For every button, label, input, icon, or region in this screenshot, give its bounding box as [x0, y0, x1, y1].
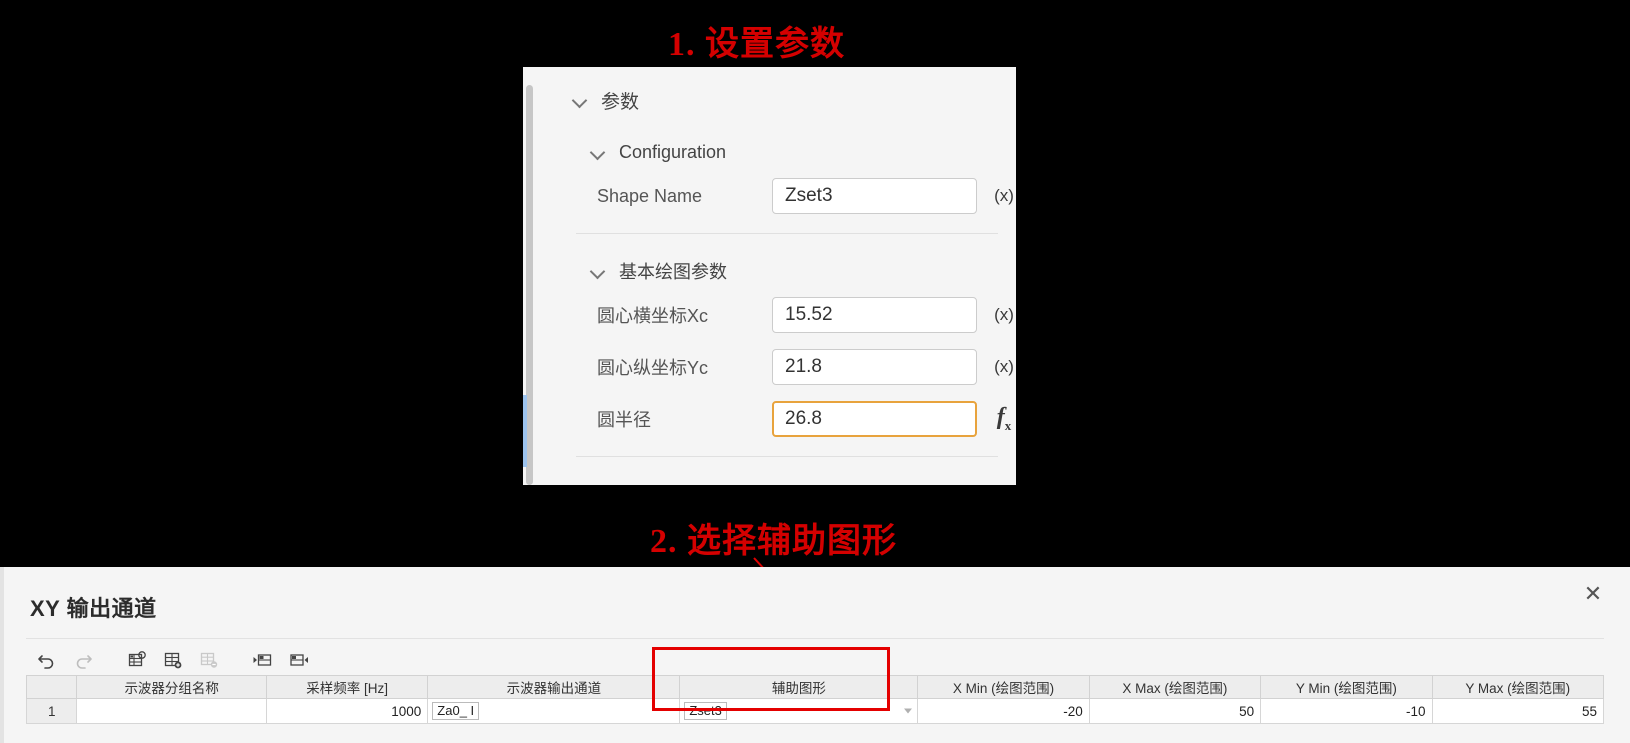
group-header-label: Configuration	[619, 141, 727, 162]
column-header-output-channel[interactable]: 示波器输出通道	[427, 675, 681, 699]
auxiliary-shape-token[interactable]: Zset3	[684, 702, 727, 720]
column-header-auxiliary-shape[interactable]: 辅助图形	[679, 675, 919, 699]
expression-toggle-x[interactable]: (x)	[977, 186, 1016, 206]
table-remove-icon[interactable]	[196, 648, 222, 672]
xy-output-channel-table: 示波器分组名称 采样频率 [Hz] 示波器输出通道 辅助图形 X Min (绘图…	[25, 675, 1605, 724]
function-editor-icon[interactable]: fx	[977, 404, 1016, 434]
column-header-y-max[interactable]: Y Max (绘图范围)	[1431, 675, 1605, 699]
parameters-body: 参数 Configuration Shape Name Zset3 (x) 基本…	[536, 67, 1016, 485]
column-header-rownum[interactable]	[25, 675, 78, 699]
chevron-down-icon	[571, 91, 589, 109]
group-header-configuration[interactable]: Configuration	[589, 137, 1016, 167]
cell-x-min[interactable]: -20	[917, 698, 1090, 724]
table-toolbar	[34, 647, 312, 673]
column-header-sample-frequency[interactable]: 采样频率 [Hz]	[265, 675, 429, 699]
cell-sample-frequency[interactable]: 1000	[265, 698, 429, 724]
table-row[interactable]: 1 1000 Za0_ I Zset3 -20 50 -10 55	[25, 698, 1605, 724]
redo-icon[interactable]	[70, 648, 96, 672]
append-row-icon[interactable]	[286, 648, 312, 672]
cell-y-min[interactable]: -10	[1260, 698, 1433, 724]
cell-output-channel[interactable]: Za0_ I	[427, 698, 681, 724]
close-icon[interactable]: ✕	[1578, 579, 1608, 609]
section-divider	[576, 233, 998, 234]
cell-x-max[interactable]: 50	[1088, 698, 1262, 724]
cell-auxiliary-shape-dropdown[interactable]: Zset3	[679, 698, 919, 724]
column-header-group-name[interactable]: 示波器分组名称	[76, 675, 267, 699]
cell-group-name[interactable]	[76, 698, 267, 724]
table-header-row: 示波器分组名称 采样频率 [Hz] 示波器输出通道 辅助图形 X Min (绘图…	[25, 675, 1605, 699]
dialog-title: XY 输出通道	[30, 596, 157, 621]
table-add-icon[interactable]	[160, 648, 186, 672]
shape-name-input[interactable]: Zset3	[772, 178, 977, 214]
column-header-x-min[interactable]: X Min (绘图范围)	[917, 675, 1090, 699]
column-header-y-min[interactable]: Y Min (绘图范围)	[1260, 675, 1433, 699]
insert-row-icon[interactable]	[250, 648, 276, 672]
parameters-selection-accent	[523, 395, 527, 467]
param-row-shape-name: Shape Name Zset3 (x)	[597, 173, 1016, 219]
param-row-center-x: 圆心横坐标Xc 15.52 (x)	[597, 292, 1016, 338]
dialog-left-edge	[0, 567, 4, 743]
center-x-input[interactable]: 15.52	[772, 297, 977, 333]
dialog-divider	[26, 638, 1604, 639]
group-header-basic-plot-params[interactable]: 基本绘图参数	[589, 256, 1016, 286]
expression-toggle-x[interactable]: (x)	[977, 357, 1016, 377]
annotation-step-2: 2. 选择辅助图形	[650, 523, 897, 560]
column-header-x-max[interactable]: X Max (绘图范围)	[1088, 675, 1262, 699]
param-label: Shape Name	[597, 185, 703, 206]
output-channel-token[interactable]: Za0_ I	[432, 702, 480, 720]
annotation-step-1: 1. 设置参数	[668, 26, 845, 63]
center-y-input[interactable]: 21.8	[772, 349, 977, 385]
table-body: 1 1000 Za0_ I Zset3 -20 50 -10 55	[25, 698, 1605, 724]
param-label: 圆半径	[597, 410, 651, 430]
chevron-down-icon	[589, 262, 607, 280]
group-header-label: 基本绘图参数	[619, 262, 727, 282]
parameters-scrollbar-thumb[interactable]	[526, 85, 533, 485]
chevron-down-icon[interactable]	[904, 708, 913, 714]
row-number-cell: 1	[25, 698, 78, 724]
table-head: 示波器分组名称 采样频率 [Hz] 示波器输出通道 辅助图形 X Min (绘图…	[25, 675, 1605, 699]
expression-toggle-x[interactable]: (x)	[977, 305, 1016, 325]
param-row-center-y: 圆心纵坐标Yc 21.8 (x)	[597, 344, 1016, 390]
group-header-label: 参数	[601, 91, 640, 113]
table-settings-icon[interactable]	[124, 648, 150, 672]
section-divider	[576, 456, 998, 457]
param-label: 圆心横坐标Xc	[597, 306, 709, 326]
chevron-down-icon	[589, 143, 607, 161]
param-label: 圆心纵坐标Yc	[597, 358, 709, 378]
radius-input[interactable]: 26.8	[772, 401, 977, 437]
parameters-panel: 参数 Configuration Shape Name Zset3 (x) 基本…	[523, 67, 1016, 485]
cell-y-max[interactable]: 55	[1431, 698, 1605, 724]
group-header-parameters[interactable]: 参数	[571, 85, 1016, 115]
xy-output-channel-dialog: XY 输出通道 ✕ 示波器分组名称 采样频率 [Hz] 示波器输出通道 辅助图形…	[0, 567, 1630, 743]
param-row-radius: 圆半径 26.8 fx	[597, 396, 1016, 442]
undo-icon[interactable]	[34, 648, 60, 672]
